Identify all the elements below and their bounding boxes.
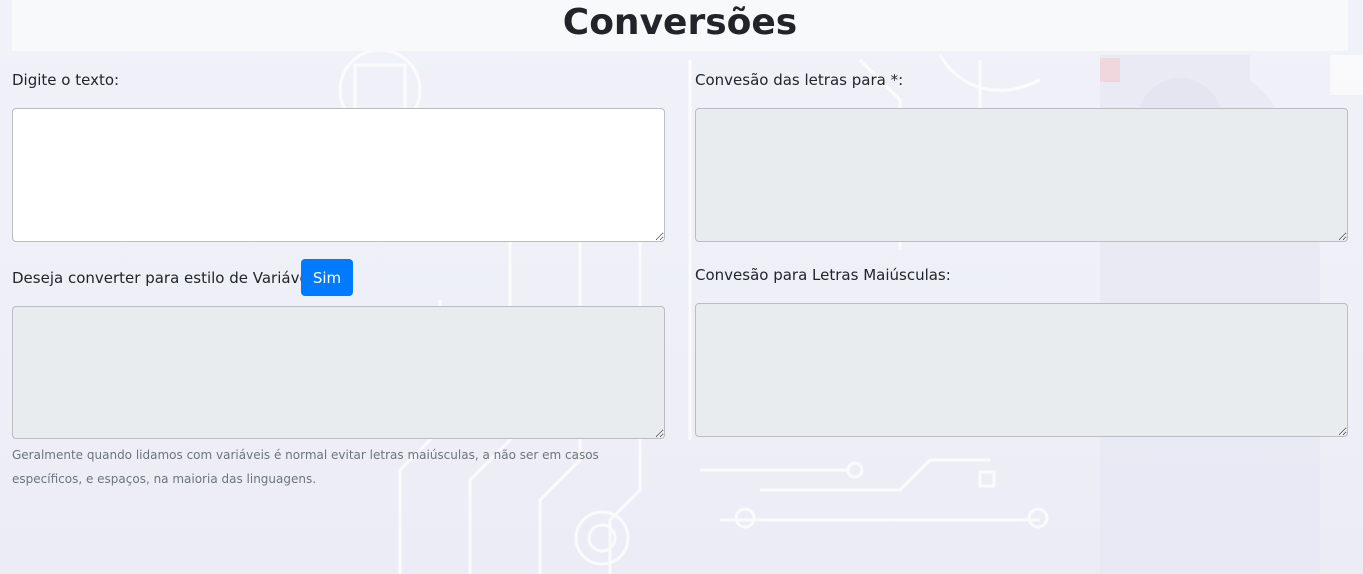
- variable-help-text: Geralmente quando lidamos com variáveis …: [12, 448, 599, 486]
- input-text-label: Digite o texto:: [12, 71, 120, 89]
- uppercase-conversion-label: Convesão para Letras Maiúsculas:: [695, 266, 951, 284]
- uppercase-conversion-output[interactable]: [695, 303, 1348, 437]
- variable-style-question: Deseja converter para estilo de Variável…: [12, 269, 321, 287]
- asterisk-conversion-output[interactable]: [695, 108, 1348, 242]
- variable-style-output[interactable]: [12, 306, 665, 439]
- page-title: Conversões: [562, 2, 798, 43]
- input-text-field[interactable]: [12, 108, 665, 242]
- asterisk-conversion-label: Convesão das letras para *:: [695, 71, 904, 89]
- sim-button[interactable]: Sim: [301, 259, 353, 296]
- page-header: Conversões: [12, 0, 1348, 51]
